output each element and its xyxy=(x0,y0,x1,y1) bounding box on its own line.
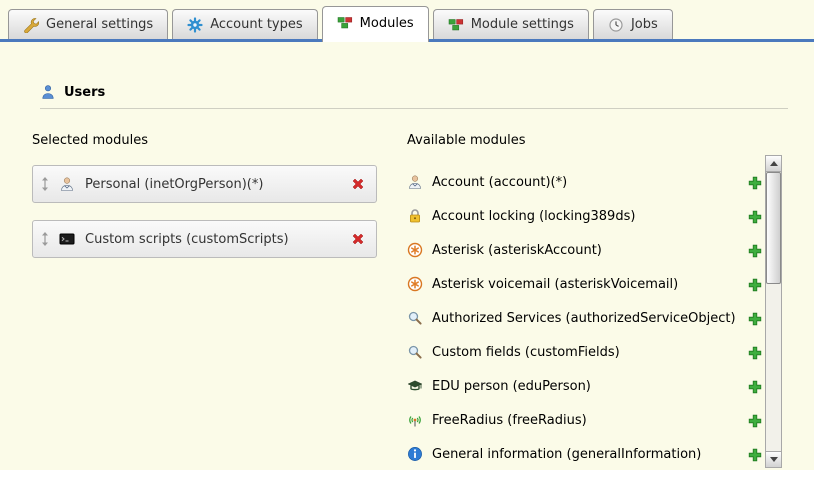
arrow-down-icon xyxy=(770,457,778,462)
add-icon xyxy=(747,447,763,463)
available-module-item: Authorized Services (authorizedServiceOb… xyxy=(407,301,762,335)
users-icon xyxy=(40,84,56,100)
module-label: Authorized Services (authorizedServiceOb… xyxy=(432,311,736,326)
tab[interactable]: General settings xyxy=(8,9,168,39)
available-module-item: Custom fields (customFields) xyxy=(407,335,762,369)
wrench-icon xyxy=(23,17,39,33)
tab-label: Account types xyxy=(210,17,302,32)
available-module-item: EDU person (eduPerson) xyxy=(407,369,762,403)
delete-icon xyxy=(350,231,366,247)
delete-icon xyxy=(350,176,366,192)
drag-handle-icon[interactable] xyxy=(39,231,51,247)
add-module-button[interactable] xyxy=(747,277,762,292)
add-icon xyxy=(747,175,763,191)
scrollbar[interactable] xyxy=(765,155,782,468)
available-modules-column: Available modules Account (account)(*) A… xyxy=(407,133,762,470)
available-modules-list: Account (account)(*) Account locking (lo… xyxy=(407,165,762,470)
selected-modules-list: Personal (inetOrgPerson)(*) Custom scrip… xyxy=(32,165,407,258)
remove-module-button[interactable] xyxy=(350,231,366,247)
magnifier-icon xyxy=(407,344,423,360)
available-module-item: Asterisk (asteriskAccount) xyxy=(407,233,762,267)
module-label: Custom fields (customFields) xyxy=(432,345,620,360)
available-module-item: FreeRadius (freeRadius) xyxy=(407,403,762,437)
available-module-item: Account (account)(*) xyxy=(407,165,762,199)
info-icon xyxy=(407,446,423,462)
add-module-button[interactable] xyxy=(747,243,762,258)
module-label: Account (account)(*) xyxy=(432,175,567,190)
scrollbar-up-button[interactable] xyxy=(766,156,781,172)
lock-icon xyxy=(407,208,423,224)
available-module-item: Asterisk voicemail (asteriskVoicemail) xyxy=(407,267,762,301)
add-icon xyxy=(747,209,763,225)
add-icon xyxy=(747,277,763,293)
tab-label: Jobs xyxy=(631,17,658,32)
available-module-item: General information (generalInformation) xyxy=(407,437,762,470)
selected-modules-column: Selected modules Personal (inetOrgPerson… xyxy=(32,133,407,470)
user-icon xyxy=(407,174,423,190)
selected-module-item[interactable]: Custom scripts (customScripts) xyxy=(32,220,377,258)
add-icon xyxy=(747,413,763,429)
remove-module-button[interactable] xyxy=(350,176,366,192)
add-module-button[interactable] xyxy=(747,447,762,462)
module-label: Asterisk (asteriskAccount) xyxy=(432,243,602,258)
user-icon xyxy=(59,176,75,192)
add-module-button[interactable] xyxy=(747,175,762,190)
terminal-icon xyxy=(59,231,75,247)
modules-columns: Selected modules Personal (inetOrgPerson… xyxy=(0,109,814,470)
module-label: Personal (inetOrgPerson)(*) xyxy=(85,177,263,192)
module-label: EDU person (eduPerson) xyxy=(432,379,591,394)
tab-label: Modules xyxy=(360,16,414,31)
add-icon xyxy=(747,311,763,327)
magnifier-icon xyxy=(407,310,423,326)
blocks-icon xyxy=(337,15,353,31)
tab-label: Module settings xyxy=(471,17,574,32)
add-icon xyxy=(747,379,763,395)
section-title: Users xyxy=(64,85,105,100)
tab-bar: General settings Account types Modules M… xyxy=(0,0,814,39)
scrollbar-down-button[interactable] xyxy=(766,451,781,467)
add-module-button[interactable] xyxy=(747,413,762,428)
module-label: FreeRadius (freeRadius) xyxy=(432,413,587,428)
clock-icon xyxy=(608,17,624,33)
add-module-button[interactable] xyxy=(747,345,762,360)
tab-label: General settings xyxy=(46,17,153,32)
tab[interactable]: Modules xyxy=(322,6,429,42)
add-icon xyxy=(747,345,763,361)
selected-modules-heading: Selected modules xyxy=(32,133,407,148)
drag-handle-icon[interactable] xyxy=(39,176,51,192)
asterisk-icon xyxy=(407,242,423,258)
scrollbar-thumb[interactable] xyxy=(766,172,781,284)
available-module-item: Account locking (locking389ds) xyxy=(407,199,762,233)
blocks-settings-icon xyxy=(448,17,464,33)
tab[interactable]: Account types xyxy=(172,9,317,39)
scrollbar-track[interactable] xyxy=(766,172,781,451)
add-module-button[interactable] xyxy=(747,379,762,394)
antenna-icon xyxy=(407,412,423,428)
tab[interactable]: Module settings xyxy=(433,9,589,39)
available-modules-heading: Available modules xyxy=(407,133,762,148)
gear-icon xyxy=(187,17,203,33)
tab[interactable]: Jobs xyxy=(593,9,673,39)
add-module-button[interactable] xyxy=(747,311,762,326)
lam-configuration-window: General settings Account types Modules M… xyxy=(0,0,814,470)
selected-module-item[interactable]: Personal (inetOrgPerson)(*) xyxy=(32,165,377,203)
users-section-header: Users xyxy=(40,84,788,109)
module-label: Custom scripts (customScripts) xyxy=(85,232,289,247)
module-label: Asterisk voicemail (asteriskVoicemail) xyxy=(432,277,678,292)
module-label: General information (generalInformation) xyxy=(432,447,701,462)
arrow-up-icon xyxy=(770,161,778,166)
module-label: Account locking (locking389ds) xyxy=(432,209,635,224)
asterisk-icon xyxy=(407,276,423,292)
add-module-button[interactable] xyxy=(747,209,762,224)
add-icon xyxy=(747,243,763,259)
graduation-cap-icon xyxy=(407,378,423,394)
